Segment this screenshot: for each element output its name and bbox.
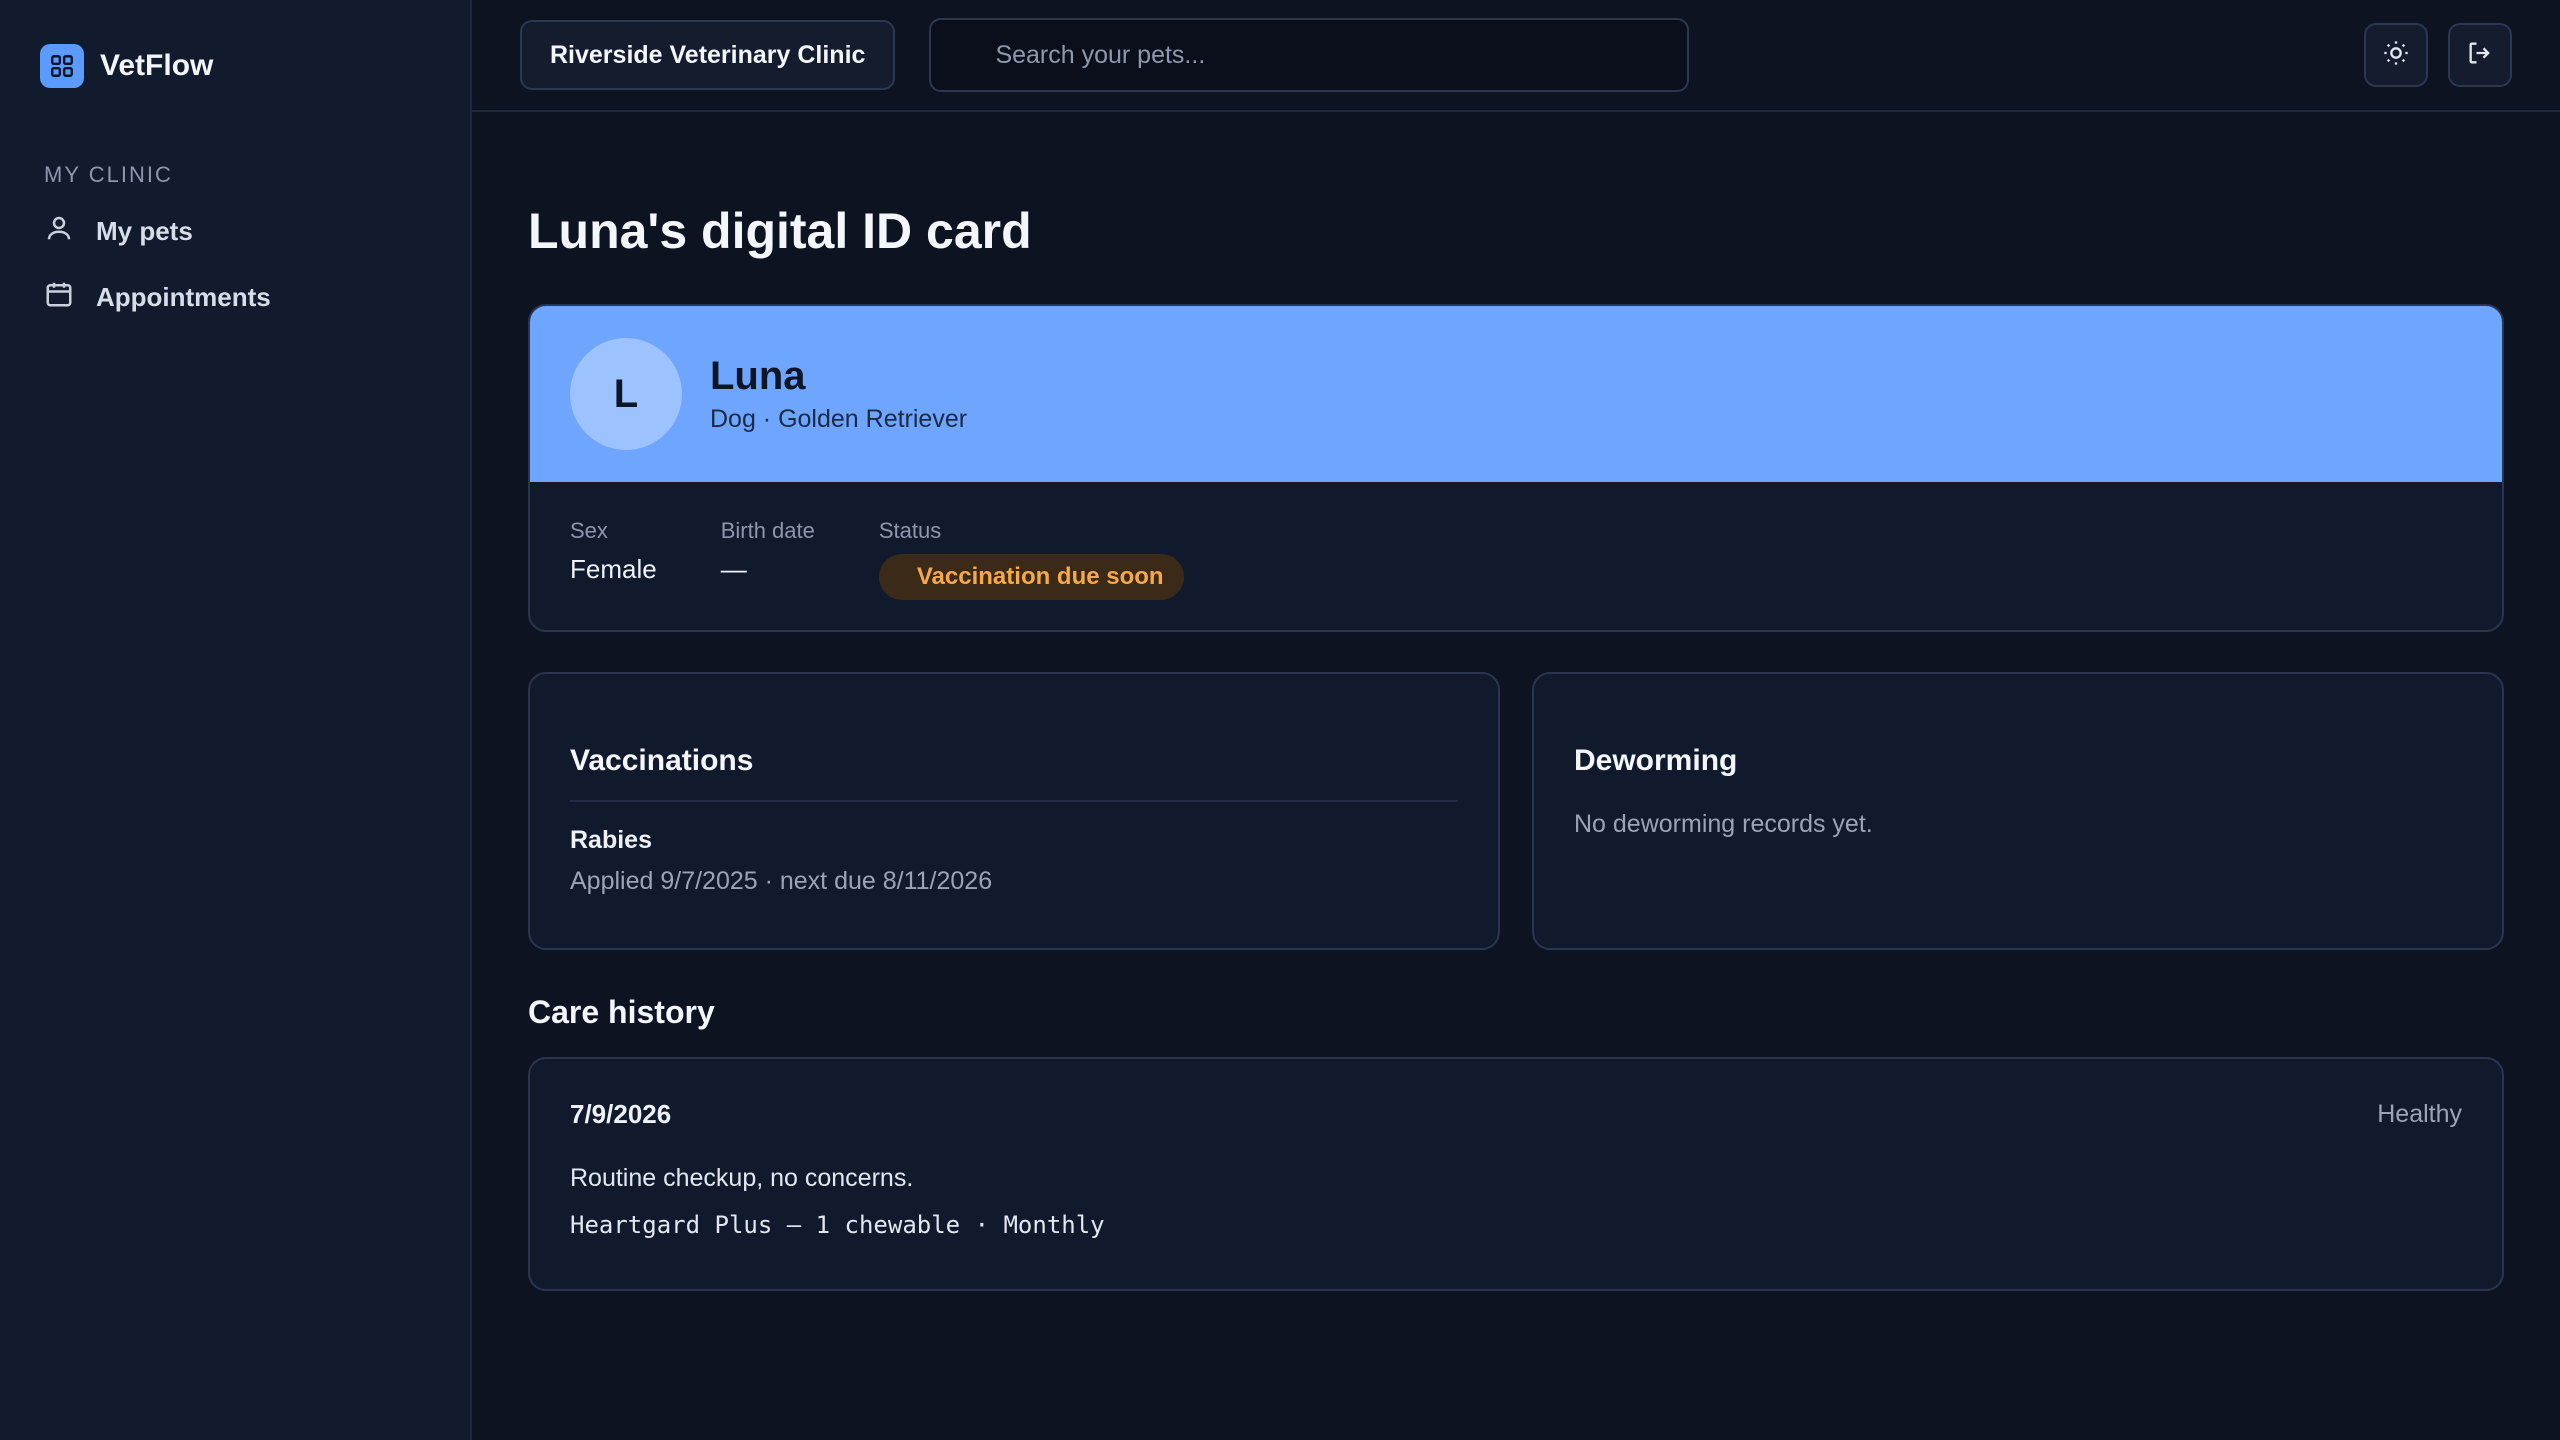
field-value: —	[720, 554, 747, 584]
pet-breed: Dog · Golden Retriever	[710, 405, 968, 433]
brand-name: VetFlow	[100, 49, 214, 82]
nav-section-label: MY CLINIC	[44, 162, 173, 187]
vaccine-detail: Applied 9/7/2025 · next due 8/11/2026	[570, 867, 993, 895]
deworming-panel: Deworming No deworming records yet.	[1532, 672, 2504, 950]
divider	[570, 800, 1458, 802]
sidebar-item-label: My pets	[96, 215, 193, 246]
field-label: Sex	[570, 518, 608, 543]
grid-icon	[40, 44, 84, 88]
logout-button[interactable]	[2448, 23, 2512, 87]
field-birth-date: Birth date —	[721, 518, 815, 600]
app-root: VetFlow MY CLINIC My pets Appointments R…	[0, 0, 2560, 1440]
sun-icon	[2382, 39, 2410, 72]
page-title: Luna's digital ID card	[528, 203, 1032, 259]
pet-id-header: L Luna Dog · Golden Retriever	[530, 306, 2502, 482]
page-content: Luna's digital ID card L Luna Dog · Gold…	[472, 112, 2560, 1291]
field-value: Female	[570, 554, 657, 584]
field-status: Status Vaccination due soon	[878, 518, 1184, 600]
vaccine-name: Rabies	[570, 826, 652, 854]
avatar: L	[570, 338, 682, 450]
status-badge: Vaccination due soon	[878, 554, 1184, 600]
sidebar-item-appointments[interactable]: Appointments	[40, 264, 430, 330]
pet-id-fields: Sex Female Birth date — Status Vaccinati…	[530, 482, 2502, 630]
records-row: Vaccinations Rabies Applied 9/7/2025 · n…	[528, 672, 2504, 950]
vaccinations-panel: Vaccinations Rabies Applied 9/7/2025 · n…	[528, 672, 1500, 950]
panel-title: Vaccinations	[570, 744, 754, 777]
clinic-selector-button[interactable]: Riverside Veterinary Clinic	[520, 20, 896, 90]
history-status: Healthy	[2377, 1100, 2462, 1128]
pet-identity: Luna Dog · Golden Retriever	[710, 354, 967, 434]
history-entry: 7/9/2026 Healthy Routine checkup, no con…	[528, 1057, 2504, 1291]
history-medication: Heartgard Plus — 1 chewable · Monthly	[570, 1211, 1105, 1239]
history-date: 7/9/2026	[570, 1099, 672, 1129]
list-item: Rabies Applied 9/7/2025 · next due 8/11/…	[570, 826, 1458, 896]
field-label: Status	[878, 518, 942, 543]
brand[interactable]: VetFlow	[40, 0, 430, 132]
field-sex: Sex Female	[570, 518, 657, 600]
sidebar-item-my-pets[interactable]: My pets	[40, 198, 430, 264]
sidebar-item-label: Appointments	[96, 281, 271, 312]
user-icon	[44, 213, 74, 250]
history-note: Routine checkup, no concerns.	[570, 1164, 914, 1192]
main: Riverside Veterinary Clinic Search your …	[472, 0, 2560, 1440]
section-title: Care history	[528, 994, 715, 1030]
panel-title: Deworming	[1574, 744, 1738, 777]
topbar: Riverside Veterinary Clinic	[472, 0, 2560, 112]
logout-icon	[2466, 39, 2494, 72]
empty-state: No deworming records yet.	[1574, 810, 1873, 838]
calendar-icon	[44, 279, 74, 316]
sidebar: VetFlow MY CLINIC My pets Appointments	[0, 0, 472, 1440]
field-label: Birth date	[720, 518, 815, 543]
theme-toggle-button[interactable]	[2364, 23, 2428, 87]
pet-id-card: L Luna Dog · Golden Retriever Sex Female…	[528, 304, 2504, 632]
search-input[interactable]	[929, 18, 1690, 92]
pet-name: Luna	[710, 354, 806, 398]
